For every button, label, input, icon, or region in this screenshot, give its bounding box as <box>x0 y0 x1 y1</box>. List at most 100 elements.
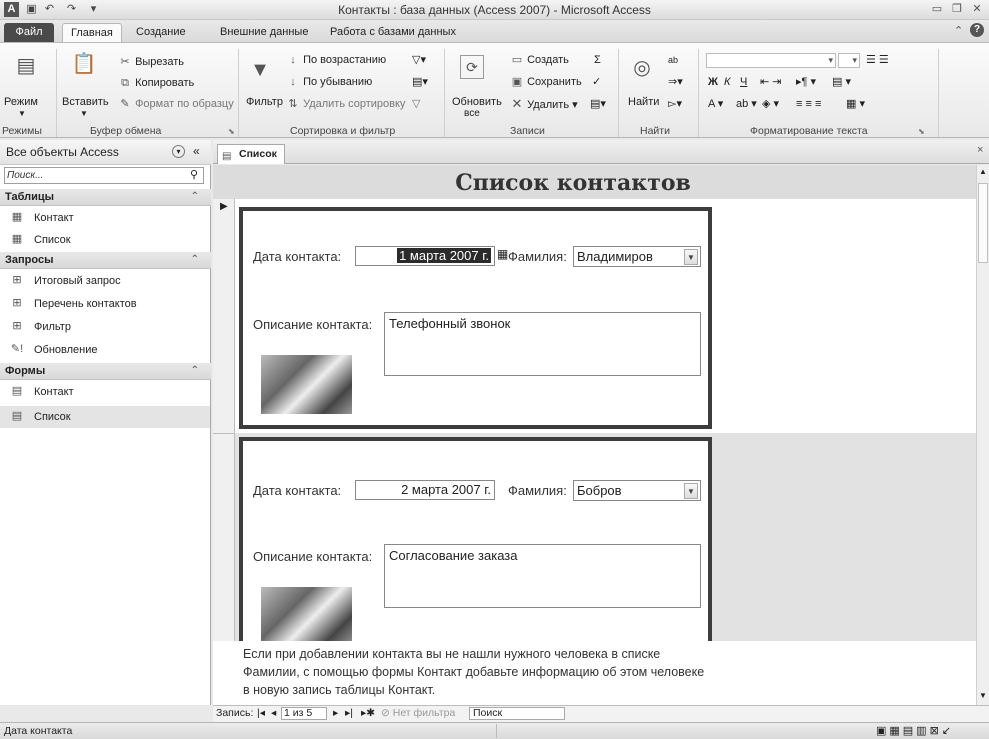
select-icon[interactable]: ▻▾ <box>668 97 682 111</box>
sort-descending-button[interactable]: ↓ По убыванию <box>286 75 372 89</box>
surname-value: Владимиров <box>577 249 653 264</box>
date-field[interactable]: 2 марта 2007 г. <box>355 480 495 500</box>
search-icon[interactable]: ⚲ <box>190 168 198 181</box>
view-switcher[interactable]: ▣▦▤▥⊠↙ <box>876 723 954 739</box>
form-icon: ▤ <box>222 151 232 162</box>
no-filter-button[interactable]: ⊘ Нет фильтра <box>381 706 455 721</box>
chevron-down-icon[interactable]: ▾ <box>172 145 185 158</box>
new-record-nav-button[interactable]: ▸✱ <box>361 706 375 721</box>
nav-item-form-contact[interactable]: ▤ Контакт <box>0 381 210 403</box>
spelling-icon[interactable]: ✓ <box>592 75 601 89</box>
replace-icon[interactable]: ab <box>668 53 678 67</box>
scroll-up-icon[interactable]: ▲ <box>979 167 987 176</box>
date-field[interactable]: 1 марта 2007 г. <box>355 246 495 266</box>
surname-combo[interactable]: Владимиров ▼ <box>573 246 701 267</box>
remove-sort-button[interactable]: ⇅ Удалить сортировку <box>286 97 405 111</box>
record-position-input[interactable]: 1 из 5 <box>281 707 327 720</box>
nav-group-forms[interactable]: Формы ⌃ <box>0 363 211 380</box>
close-document-icon[interactable]: × <box>977 144 983 156</box>
sort-ascending-button[interactable]: ↓ По возрастанию <box>286 53 386 67</box>
description-field[interactable]: Телефонный звонок <box>384 312 701 376</box>
record-search-input[interactable]: Поиск <box>469 707 565 720</box>
filter-button[interactable]: Фильтр <box>246 95 283 109</box>
help-icon[interactable]: ? <box>970 23 984 37</box>
find-button[interactable]: Найти <box>628 95 659 109</box>
line-fill-icon[interactable]: ▤ ▾ <box>832 75 851 89</box>
delete-record-button[interactable]: ✕ Удалить ▾ <box>510 97 578 112</box>
underline-button[interactable]: Ч <box>740 75 747 89</box>
bullets-icon[interactable]: ☰ ☰ <box>866 53 889 67</box>
nav-search-input[interactable]: Поиск... <box>4 167 204 184</box>
save-record-button[interactable]: ▣ Сохранить <box>510 75 582 89</box>
nav-item-query-totals[interactable]: ⊞ Итоговый запрос <box>0 270 210 292</box>
nav-group-tables[interactable]: Таблицы ⌃ <box>0 189 211 206</box>
cut-button[interactable]: ✂ Вырезать <box>118 55 184 69</box>
more-icon[interactable]: ▤▾ <box>590 97 606 111</box>
nav-item-query-update[interactable]: ✎! Обновление <box>0 339 210 361</box>
chevron-down-icon[interactable]: ▼ <box>684 483 698 499</box>
nav-item-table-contact[interactable]: ▦ Контакт <box>0 207 210 229</box>
toggle-filter-icon[interactable]: ▽ <box>412 97 420 111</box>
copy-button[interactable]: ⧉ Копировать <box>118 76 194 90</box>
calendar-icon[interactable]: ▦ <box>497 247 508 261</box>
nav-item-table-list[interactable]: ▦ Список <box>0 229 210 251</box>
date-value: 2 марта 2007 г. <box>401 482 491 497</box>
italic-button[interactable]: К <box>724 75 730 89</box>
bold-button[interactable]: Ж <box>708 75 718 89</box>
totals-icon[interactable]: Σ <box>594 53 601 67</box>
tab-create[interactable]: Создание <box>128 23 194 42</box>
font-color-button[interactable]: A ▾ <box>708 97 723 111</box>
record-selector[interactable] <box>213 433 235 653</box>
surname-combo[interactable]: Бобров ▼ <box>573 480 701 501</box>
record-selector[interactable]: ▶ <box>213 199 235 433</box>
tab-home[interactable]: Главная <box>62 23 122 42</box>
collapse-pane-icon[interactable]: « <box>193 144 200 158</box>
fill-color-icon[interactable]: ◈ ▾ <box>762 97 779 111</box>
collapse-icon: ⌃ <box>190 191 199 202</box>
first-record-button[interactable]: |◂ <box>257 706 265 721</box>
scissors-icon: ✂ <box>120 56 130 68</box>
minimize-button[interactable]: ▭ <box>928 2 946 17</box>
align-icon[interactable]: ≡ ≡ ≡ <box>796 97 821 111</box>
nav-pane-header[interactable]: Все объекты Access ▾ « <box>0 140 211 165</box>
selection-filter-icon[interactable]: ▽▾ <box>412 53 426 67</box>
vertical-scrollbar[interactable]: ▲ ▼ <box>976 165 989 705</box>
highlight-icon[interactable]: ab ▾ <box>736 97 757 111</box>
collapse-icon: ⌃ <box>190 254 199 265</box>
maximize-button[interactable]: ❐ <box>948 2 966 17</box>
tab-file[interactable]: Файл <box>4 23 54 42</box>
ribbon-minimize-icon[interactable]: ⌃ <box>954 24 963 37</box>
last-record-button[interactable]: ▸| <box>345 706 353 721</box>
next-record-button[interactable]: ▸ <box>333 706 338 721</box>
nav-item-query-filter[interactable]: ⊞ Фильтр <box>0 316 210 338</box>
close-button[interactable]: ✕ <box>968 2 986 17</box>
goto-icon[interactable]: ⇒▾ <box>668 75 683 89</box>
tab-external-data[interactable]: Внешние данные <box>212 23 316 42</box>
format-painter-label: Формат по образцу <box>135 98 234 110</box>
nav-group-queries[interactable]: Запросы ⌃ <box>0 252 211 269</box>
font-name-combo[interactable]: ▾ <box>706 53 836 68</box>
scroll-thumb[interactable] <box>978 183 988 263</box>
font-color-label: A <box>708 98 715 110</box>
date-label: Дата контакта: <box>253 483 342 498</box>
dialog-launcher-icon[interactable]: ⬊ <box>918 127 925 136</box>
document-tab-list[interactable]: ▤ Список <box>217 144 285 164</box>
chevron-down-icon[interactable]: ▼ <box>684 249 698 265</box>
gridlines-icon[interactable]: ▦ ▾ <box>846 97 865 111</box>
nav-item-form-list[interactable]: ▤ Список <box>0 406 210 428</box>
nav-item-query-contacts-list[interactable]: ⊞ Перечень контактов <box>0 293 210 315</box>
font-size-combo[interactable]: ▾ <box>838 53 860 68</box>
advanced-filter-icon[interactable]: ▤▾ <box>412 75 428 89</box>
dialog-launcher-icon[interactable]: ⬊ <box>228 127 235 136</box>
format-painter-button[interactable]: ✎ Формат по образцу <box>118 97 234 111</box>
tab-database-tools[interactable]: Работа с базами данных <box>322 23 464 42</box>
scroll-down-icon[interactable]: ▼ <box>979 691 987 700</box>
description-field[interactable]: Согласование заказа <box>384 544 701 608</box>
indent-icon[interactable]: ⇤ ⇥ <box>760 75 782 89</box>
paragraph-icon[interactable]: ▸¶ ▾ <box>796 75 816 89</box>
save-record-label: Сохранить <box>527 76 582 88</box>
copy-icon: ⧉ <box>121 77 129 89</box>
previous-record-button[interactable]: ◂ <box>271 706 276 721</box>
contact-photo <box>261 587 352 646</box>
new-record-button[interactable]: ▭ Создать <box>510 53 569 67</box>
